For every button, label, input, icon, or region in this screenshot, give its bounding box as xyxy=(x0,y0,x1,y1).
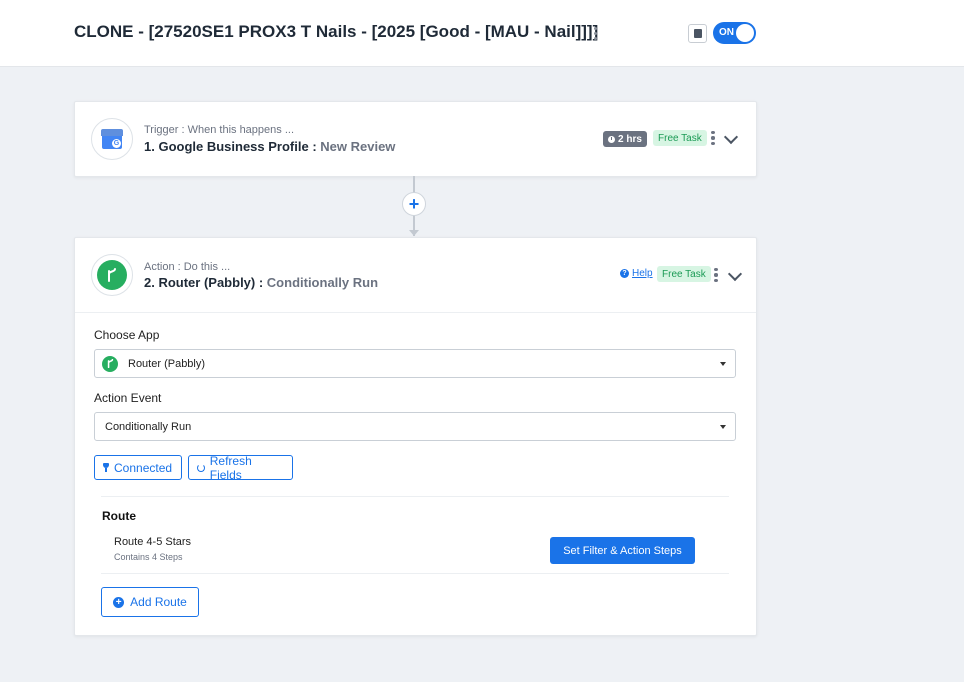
workflow-menu-icon[interactable] xyxy=(592,26,598,40)
action-event-label: Action Event xyxy=(94,391,162,405)
dropdown-caret-icon xyxy=(720,425,726,429)
trigger-menu-icon[interactable] xyxy=(710,131,716,145)
add-route-button[interactable]: + Add Route xyxy=(101,587,199,617)
add-step-button[interactable]: + xyxy=(402,192,426,216)
top-bar: CLONE - [27520SE1 PROX3 T Nails - [2025 … xyxy=(0,0,964,67)
route-name: Route 4-5 Stars xyxy=(114,536,192,548)
action-app-name: 2. Router (Pabbly) : xyxy=(144,275,267,290)
trigger-step-card[interactable]: G Trigger : When this happens ... 1. Goo… xyxy=(74,101,757,177)
workflow-toggle[interactable]: ON xyxy=(713,22,756,44)
google-business-profile-icon: G xyxy=(91,118,133,160)
action-title: 2. Router (Pabbly) : Conditionally Run xyxy=(144,275,378,290)
action-event-value: Conditionally Run xyxy=(105,420,192,433)
clock-icon xyxy=(608,135,615,143)
route-heading: Route xyxy=(102,509,136,523)
set-filter-action-steps-button[interactable]: Set Filter & Action Steps xyxy=(550,537,695,564)
add-route-label: Add Route xyxy=(130,595,187,609)
action-menu-icon[interactable] xyxy=(713,268,719,282)
trigger-title: 1. Google Business Profile : New Review xyxy=(144,139,395,154)
help-label: Help xyxy=(632,268,653,279)
refresh-fields-button[interactable]: Refresh Fields xyxy=(188,453,293,482)
help-link[interactable]: ? Help xyxy=(620,268,653,279)
choose-app-select[interactable]: Router (Pabbly) xyxy=(94,349,736,378)
trigger-event: New Review xyxy=(320,139,396,154)
trigger-app-name: 1. Google Business Profile : xyxy=(144,139,321,154)
polling-time-label: 2 hrs xyxy=(618,133,642,145)
choose-app-label: Choose App xyxy=(94,328,160,342)
chevron-down-icon[interactable] xyxy=(723,129,739,145)
dropdown-caret-icon xyxy=(720,362,726,366)
help-icon: ? xyxy=(620,269,629,278)
notes-icon[interactable] xyxy=(688,24,707,43)
workflow-title[interactable]: CLONE - [27520SE1 PROX3 T Nails - [2025 … xyxy=(74,22,598,42)
route-steps-count: Contains 4 Steps xyxy=(114,552,183,562)
trigger-subtitle: Trigger : When this happens ... xyxy=(144,124,294,136)
router-app-icon xyxy=(91,254,133,296)
toggle-label: ON xyxy=(719,27,734,38)
polling-time-badge: 2 hrs xyxy=(603,131,647,147)
plug-icon xyxy=(103,463,109,472)
free-task-badge: Free Task xyxy=(653,130,707,146)
router-icon xyxy=(102,355,118,372)
action-step-card: Action : Do this ... 2. Router (Pabbly) … xyxy=(74,237,757,636)
refresh-fields-label: Refresh Fields xyxy=(209,453,252,482)
refresh-icon xyxy=(197,463,205,472)
connector-arrow-icon xyxy=(409,230,419,236)
router-icon xyxy=(97,260,127,290)
choose-app-value: Router (Pabbly) xyxy=(128,357,206,370)
plus-circle-icon: + xyxy=(113,596,125,608)
free-task-badge: Free Task xyxy=(657,266,711,282)
chevron-down-icon[interactable] xyxy=(727,266,743,282)
action-subtitle: Action : Do this ... xyxy=(144,261,231,273)
route-section: Route Route 4-5 Stars Contains 4 Steps S… xyxy=(101,496,729,574)
action-event-select[interactable]: Conditionally Run xyxy=(94,412,736,441)
connected-button[interactable]: Connected xyxy=(94,455,182,480)
card-divider xyxy=(75,312,756,313)
toggle-knob xyxy=(736,24,754,42)
action-event: Conditionally Run xyxy=(266,275,379,290)
connected-label: Connected xyxy=(114,460,173,475)
